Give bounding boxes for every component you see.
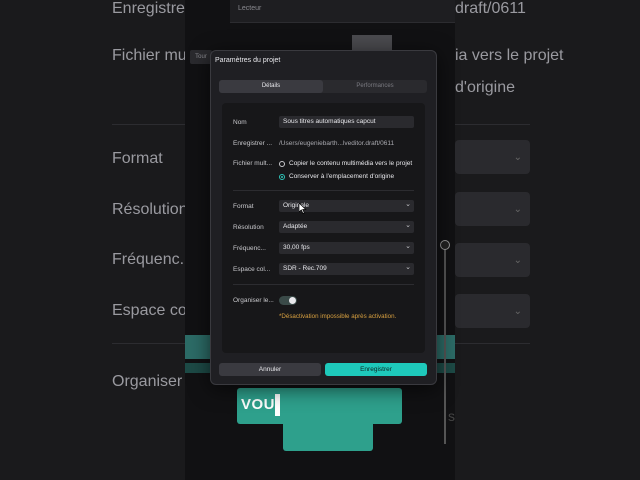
chevron-down-icon: ⌄ [405,264,411,271]
project-settings-dialog: Paramètres du projet Détails Performance… [210,50,437,385]
tab-details[interactable]: Détails [219,80,323,93]
player-thumbnail [352,35,392,51]
timeline-scrubber-knob [440,240,450,250]
framerate-value: 30,00 fps [283,244,310,251]
bg-label-espace: Espace co [112,302,187,319]
bg-format-select: ⌄ [455,140,530,174]
resolution-select[interactable]: Adaptée ⌄ [279,221,414,233]
bg-faint-text: s [448,408,455,424]
background-left-panel [0,0,185,480]
caption-text: VOU [241,396,276,413]
colorspace-select[interactable]: SDR - Rec.709 ⌄ [279,263,414,275]
section-divider [233,284,414,285]
resolution-value: Adaptée [283,223,308,230]
bg-label-origine: d'origine [455,79,515,96]
save-location-label: Enregistrer ... [233,140,273,147]
save-path-value[interactable]: /Users/eugeniebarth...lveditor.draft/061… [279,140,394,147]
format-label: Format [233,203,254,210]
caption-text-cursor [275,394,280,416]
chevron-down-icon: ⌄ [405,243,411,250]
details-panel: Nom Sous titres automatiques capcut Enre… [222,103,425,353]
dialog-title: Paramètres du projet [215,57,281,64]
bg-framerate-select: ⌄ [455,243,530,277]
name-label: Nom [233,119,247,126]
bg-label-format: Format [112,150,163,167]
toggle-knob [289,297,296,304]
chevron-down-icon: ⌄ [405,222,411,229]
player-label: Lecteur [238,5,262,12]
bg-colorspace-select: ⌄ [455,294,530,328]
organize-warning-note: *Désactivation impossible après activati… [279,313,397,320]
bg-label-enregistrer: Enregistrer [112,0,191,17]
framerate-select[interactable]: 30,00 fps ⌄ [279,242,414,254]
bg-label-draft: draft/0611 [455,0,526,17]
tab-performances[interactable]: Performances [323,80,427,93]
save-button[interactable]: Enregistrer [325,363,427,376]
chevron-down-icon: ⌄ [405,201,411,208]
cancel-button[interactable]: Annuler [219,363,321,376]
colorspace-label: Espace col... [233,266,271,273]
bg-resolution-select: ⌄ [455,192,530,226]
organize-toggle[interactable] [279,296,297,305]
media-files-label: Fichier mult... [233,160,273,167]
background-right-panel [455,0,640,480]
section-divider [233,190,414,191]
project-name-input[interactable]: Sous titres automatiques capcut [279,116,414,128]
media-copy-label[interactable]: Copier le contenu multimédia vers le pro… [289,160,412,167]
media-keep-radio[interactable] [279,174,285,180]
organize-label: Organiser le... [233,297,274,304]
timeline-scrubber-track [444,244,446,444]
player-header: Lecteur [230,0,455,23]
tab-bar: Détails Performances [219,80,427,93]
caption-box-tail [283,423,373,451]
resolution-label: Résolution [233,224,264,231]
bg-label-frequence: Fréquenc... [112,251,193,268]
framerate-label: Fréquenc... [233,245,266,252]
media-keep-label[interactable]: Conserver à l'emplacement d'origine [289,173,394,180]
media-copy-radio[interactable] [279,161,285,167]
bg-label-fichier: Fichier mult [112,47,195,64]
bg-tour-button: Tour [190,50,212,64]
bg-label-resolution: Résolution [112,201,188,218]
colorspace-value: SDR - Rec.709 [283,265,327,272]
bg-label-vers-projet: ia vers le projet [455,47,564,64]
bg-label-organiser: Organiser [112,373,183,390]
